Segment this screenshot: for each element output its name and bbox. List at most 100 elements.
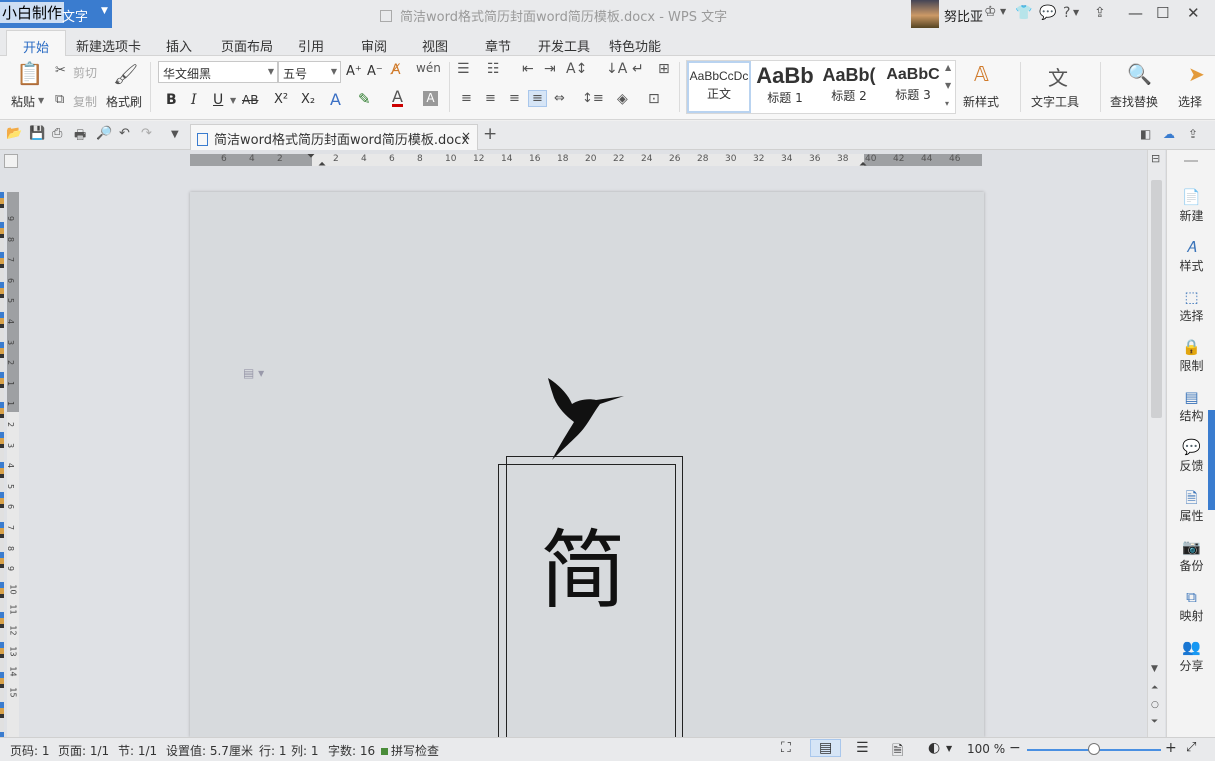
numbered-list-icon[interactable]: ☷ (487, 61, 500, 77)
document-tab[interactable]: 简洁word格式简历封面word简历模板.docx × (190, 124, 478, 150)
upload-icon[interactable]: ⇪ (1094, 5, 1106, 21)
status-spell-check[interactable]: 拼写检查 (381, 742, 439, 759)
taskpane-styles[interactable]: 𝐴 样式 (1167, 238, 1215, 274)
scroll-down-icon[interactable]: ▼ (1151, 664, 1158, 674)
tab-review[interactable]: 审阅 (361, 36, 387, 55)
web-view-icon[interactable]: 🗎 (892, 740, 903, 761)
share-doc-icon[interactable]: ◧ (1140, 127, 1151, 141)
taskpane-backup[interactable]: 📷 备份 (1167, 538, 1215, 574)
close-button[interactable]: ✕ (1187, 4, 1200, 22)
page-view-icon[interactable]: ▤ (810, 739, 842, 757)
status-column[interactable]: 列: 1 (291, 742, 319, 759)
save-icon[interactable]: 💾 (29, 126, 45, 141)
clear-format-icon[interactable]: A̸ (391, 62, 401, 78)
eye-protect-icon[interactable]: ◐ (928, 740, 940, 756)
tab-features[interactable]: 特色功能 (609, 36, 661, 55)
shrink-font-button[interactable]: A⁻ (367, 64, 383, 79)
chat-icon[interactable]: 💬 (1039, 5, 1056, 21)
paragraph-layout-icon[interactable]: ▤ ▾ (243, 366, 264, 380)
chevron-down-icon[interactable]: ▼ (1073, 8, 1079, 17)
vertical-scrollbar[interactable]: ⊟ ▼ ⏶ ○ ⏷ (1147, 150, 1165, 737)
zoom-slider-thumb[interactable] (1088, 743, 1100, 755)
underline-button[interactable]: U (213, 92, 223, 108)
split-view-icon[interactable]: ⊟ (1151, 152, 1160, 165)
help-button[interactable]: ? (1063, 5, 1070, 21)
paragraph-mark-icon[interactable]: ↵ (632, 61, 644, 77)
pinyin-icon[interactable]: wén (416, 61, 441, 75)
sort-icon[interactable]: ↓A (606, 61, 627, 77)
paste-icon[interactable]: 📋 (16, 62, 43, 87)
next-page-icon[interactable]: ⏷ (1151, 717, 1158, 727)
open-folder-icon[interactable]: 📂 (6, 126, 22, 141)
paste-button[interactable]: 粘贴 (11, 93, 35, 110)
chevron-down-icon[interactable]: ▼ (946, 744, 952, 753)
justify-icon[interactable]: ≡ (528, 90, 547, 107)
cloud-icon[interactable]: ☁ (1163, 127, 1175, 141)
style-normal[interactable]: AaBbCcDc 正文 (687, 61, 751, 113)
zoom-level[interactable]: 100 % (967, 742, 1005, 756)
tab-references[interactable]: 引用 (298, 36, 324, 55)
status-row[interactable]: 行: 1 (259, 742, 287, 759)
taskpane-mapping[interactable]: ⧉ 映射 (1167, 588, 1215, 624)
char-shading-icon[interactable]: A (423, 91, 438, 106)
find-replace-button[interactable]: 查找替换 (1110, 93, 1158, 110)
status-pages[interactable]: 页面: 1/1 (58, 742, 109, 759)
cut-button[interactable]: 剪切 (73, 64, 97, 81)
chevron-down-icon[interactable]: ▼ (38, 96, 44, 105)
app-menu-button[interactable]: 文字 ▼ 小白制作 (0, 0, 112, 28)
fit-window-icon[interactable]: ⤢ (1186, 740, 1196, 755)
tab-page-layout[interactable]: 页面布局 (221, 36, 273, 55)
status-word-count[interactable]: 字数: 16 (328, 742, 375, 759)
text-tools-icon[interactable]: 文 (1048, 62, 1068, 91)
prev-page-icon[interactable]: ⏶ (1151, 683, 1158, 693)
redo-icon[interactable]: ↷ (141, 126, 152, 141)
decrease-indent-icon[interactable]: ⇤ (522, 61, 534, 77)
restore-button[interactable]: ☐ (1156, 4, 1169, 22)
horizontal-ruler[interactable]: 6 4 2 2 4 6 8 10 12 14 16 18 20 22 24 26 28 30 32 34 36 38 40 4… (190, 151, 982, 170)
style-heading-3[interactable]: AaBbC 标题 3 (881, 61, 945, 113)
scroll-down-icon[interactable]: ▼ (945, 81, 951, 90)
scroll-up-icon[interactable]: ▲ (945, 63, 951, 72)
bold-button[interactable]: B (166, 92, 177, 108)
browse-object-icon[interactable]: ○ (1151, 700, 1159, 710)
distributed-icon[interactable]: ⇔ (554, 91, 565, 106)
new-style-button[interactable]: 新样式 (963, 93, 999, 110)
print-icon[interactable]: 🖶 (74, 126, 86, 148)
taskpane-restrict[interactable]: 🔒 限制 (1167, 338, 1215, 374)
copy-button[interactable]: 复制 (73, 93, 97, 110)
border-icon[interactable]: ⊡ (648, 91, 660, 107)
style-heading-1[interactable]: AaBb 标题 1 (753, 61, 817, 113)
skin-icon[interactable]: 👕 (1015, 5, 1032, 21)
fullscreen-icon[interactable]: ⛶ (781, 740, 791, 756)
italic-button[interactable]: I (191, 92, 197, 108)
new-style-icon[interactable]: 𝔸 (974, 62, 989, 86)
subscript-button[interactable]: X₂ (301, 92, 315, 107)
right-indent-marker-icon[interactable]: ⏶ (859, 159, 867, 170)
tab-new[interactable]: 新建选项卡 (76, 36, 141, 55)
grow-font-button[interactable]: A⁺ (346, 64, 362, 79)
table-icon[interactable]: ⊞ (658, 61, 670, 77)
align-center-icon[interactable]: ≡ (485, 91, 496, 106)
customize-qat-icon[interactable]: ▼ (171, 129, 179, 140)
format-painter-button[interactable]: 格式刷 (106, 93, 142, 110)
chevron-down-icon[interactable]: ▼ (1000, 7, 1006, 16)
search-icon[interactable]: 🔍 (1127, 62, 1152, 86)
print-preview-icon[interactable]: 🔎 (96, 126, 112, 141)
new-tab-button[interactable]: + (483, 124, 497, 144)
strikethrough-button[interactable]: AB (242, 93, 258, 107)
zoom-out-button[interactable]: − (1009, 740, 1021, 756)
increase-indent-icon[interactable]: ⇥ (544, 61, 556, 77)
vertical-ruler[interactable]: 9 8 7 6 5 4 3 2 1 1 2 3 4 5 6 7 8 9 10 11 12 13 14 15 (6, 192, 19, 737)
tab-home[interactable]: 开始 (6, 30, 67, 57)
highlight-icon[interactable]: ✎ (358, 90, 371, 108)
outline-view-icon[interactable]: ☰ (856, 740, 869, 756)
line-spacing-icon[interactable]: ↕≡ (582, 91, 604, 106)
document-page[interactable]: ▤ ▾ 简 (190, 192, 984, 754)
tab-view[interactable]: 视图 (422, 36, 448, 55)
superscript-button[interactable]: X² (274, 92, 288, 107)
bullet-list-icon[interactable]: ☰ (457, 61, 470, 77)
taskpane-share[interactable]: 👥 分享 (1167, 638, 1215, 674)
status-setting[interactable]: 设置值: 5.7厘米 (166, 742, 253, 759)
tab-developer[interactable]: 开发工具 (538, 36, 590, 55)
taskpane-new[interactable]: 📄 新建 (1167, 188, 1215, 224)
